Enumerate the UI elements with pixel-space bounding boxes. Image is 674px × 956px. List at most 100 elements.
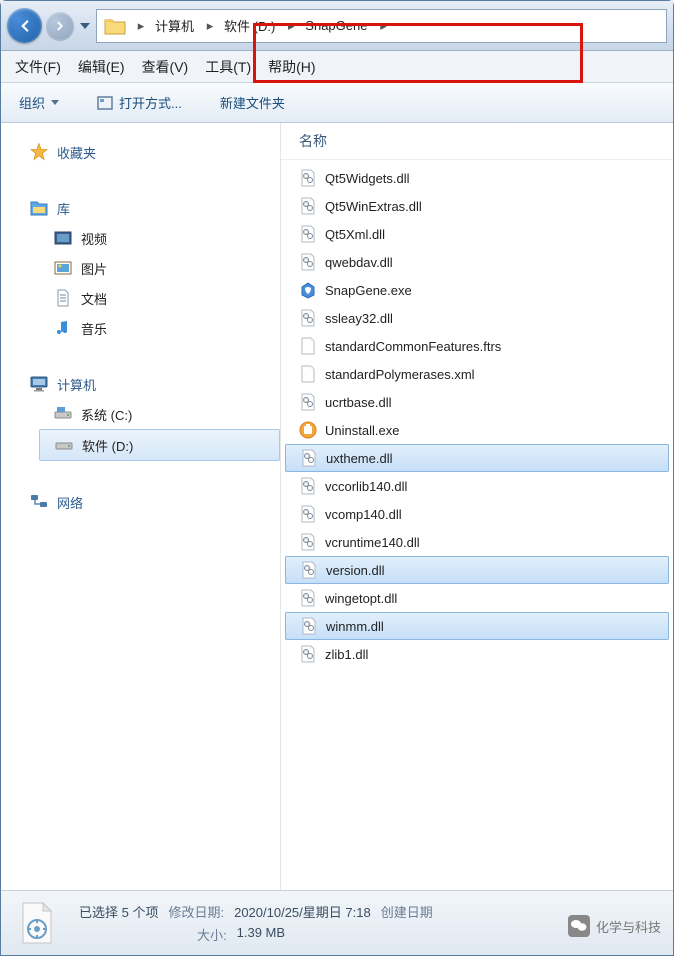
file-row[interactable]: Qt5WinExtras.dll: [281, 192, 673, 220]
menu-edit[interactable]: 编辑(E): [72, 53, 131, 81]
status-size-value: 1.39 MB: [237, 925, 285, 944]
file-row[interactable]: Qt5Xml.dll: [281, 220, 673, 248]
dll-icon: [300, 617, 318, 635]
status-modified-label: 修改日期:: [168, 902, 224, 921]
file-name: SnapGene.exe: [325, 283, 412, 298]
star-icon: [29, 142, 49, 162]
file-name: vcruntime140.dll: [325, 535, 420, 550]
history-dropdown[interactable]: [78, 11, 92, 41]
menu-tools[interactable]: 工具(T): [199, 53, 257, 81]
file-row[interactable]: Uninstall.exe: [281, 416, 673, 444]
file-icon: [299, 365, 317, 383]
file-row[interactable]: vcruntime140.dll: [281, 528, 673, 556]
sidebar-drive-d-label: 软件 (D:): [82, 436, 133, 455]
file-name: winmm.dll: [326, 619, 384, 634]
file-name: standardCommonFeatures.ftrs: [325, 339, 501, 354]
organize-label: 组织: [19, 93, 45, 112]
sidebar-libraries[interactable]: 库: [29, 193, 280, 223]
file-row[interactable]: wingetopt.dll: [281, 584, 673, 612]
library-icon: [29, 198, 49, 218]
breadcrumb-folder[interactable]: SnapGene: [299, 10, 375, 42]
breadcrumb-arrow[interactable]: ▸: [283, 10, 299, 42]
file-name: ssleay32.dll: [325, 311, 393, 326]
dll-icon: [299, 477, 317, 495]
music-icon: [53, 318, 73, 338]
breadcrumb-arrow[interactable]: ▸: [375, 10, 391, 42]
menu-view[interactable]: 查看(V): [136, 53, 195, 81]
sidebar-videos[interactable]: 视频: [29, 223, 280, 253]
breadcrumb-drive[interactable]: 软件 (D:): [218, 10, 283, 42]
dll-icon: [299, 225, 317, 243]
exe-icon: [299, 281, 317, 299]
file-row[interactable]: uxtheme.dll: [285, 444, 669, 472]
file-name: Qt5Widgets.dll: [325, 171, 410, 186]
sidebar-computer[interactable]: 计算机: [29, 369, 280, 399]
file-list: Qt5Widgets.dll Qt5WinExtras.dll Qt5Xml.dll…: [281, 160, 673, 672]
file-name: zlib1.dll: [325, 647, 368, 662]
breadcrumb-arrow[interactable]: ▸: [133, 10, 149, 42]
new-folder-button[interactable]: 新建文件夹: [212, 89, 293, 116]
file-row[interactable]: vccorlib140.dll: [281, 472, 673, 500]
menu-help[interactable]: 帮助(H): [262, 53, 321, 81]
dll-icon: [299, 393, 317, 411]
sidebar-drive-c[interactable]: 系统 (C:): [29, 399, 280, 429]
file-name: version.dll: [326, 563, 385, 578]
dll-icon: [299, 645, 317, 663]
file-name: ucrtbase.dll: [325, 395, 391, 410]
chevron-down-icon: [51, 100, 59, 105]
file-row[interactable]: standardCommonFeatures.ftrs: [281, 332, 673, 360]
dll-icon: [299, 197, 317, 215]
sidebar-favorites[interactable]: 收藏夹: [29, 137, 280, 167]
file-row[interactable]: ucrtbase.dll: [281, 388, 673, 416]
arrow-left-icon: [16, 17, 34, 35]
sidebar-drive-d[interactable]: 软件 (D:): [39, 429, 280, 461]
file-row[interactable]: ssleay32.dll: [281, 304, 673, 332]
file-name: vcomp140.dll: [325, 507, 402, 522]
file-row[interactable]: winmm.dll: [285, 612, 669, 640]
organize-button[interactable]: 组织: [11, 89, 67, 116]
open-with-button[interactable]: 打开方式...: [89, 89, 190, 116]
file-row[interactable]: vcomp140.dll: [281, 500, 673, 528]
sidebar-documents[interactable]: 文档: [29, 283, 280, 313]
file-name: vccorlib140.dll: [325, 479, 407, 494]
file-name: Uninstall.exe: [325, 423, 399, 438]
file-name: Qt5Xml.dll: [325, 227, 385, 242]
menu-file[interactable]: 文件(F): [9, 53, 67, 81]
status-created-label: 创建日期: [381, 902, 433, 921]
file-row[interactable]: qwebdav.dll: [281, 248, 673, 276]
file-row[interactable]: version.dll: [285, 556, 669, 584]
new-folder-label: 新建文件夹: [220, 93, 285, 112]
video-icon: [53, 228, 73, 248]
file-row[interactable]: SnapGene.exe: [281, 276, 673, 304]
column-header-name[interactable]: 名称: [281, 123, 673, 160]
sidebar-computer-label: 计算机: [57, 375, 96, 394]
sidebar-network[interactable]: 网络: [29, 487, 280, 517]
drive-icon: [53, 404, 73, 424]
dll-icon: [299, 253, 317, 271]
status-selected: 已选择 5 个项: [79, 902, 158, 921]
menu-bar: 文件(F) 编辑(E) 查看(V) 工具(T) 帮助(H): [1, 51, 673, 83]
computer-icon: [29, 374, 49, 394]
sidebar-videos-label: 视频: [81, 229, 107, 248]
breadcrumb-arrow[interactable]: ▸: [202, 10, 218, 42]
breadcrumb-computer[interactable]: 计算机: [149, 10, 202, 42]
file-name: Qt5WinExtras.dll: [325, 199, 422, 214]
toolbar: 组织 打开方式... 新建文件夹: [1, 83, 673, 123]
status-modified-value: 2020/10/25/星期日 7:18: [234, 902, 371, 921]
uninst-icon: [299, 421, 317, 439]
file-row[interactable]: zlib1.dll: [281, 640, 673, 668]
sidebar-pictures[interactable]: 图片: [29, 253, 280, 283]
file-icon: [299, 337, 317, 355]
footer-channel-label: 化学与科技: [596, 917, 661, 936]
footer-channel: 化学与科技: [568, 915, 661, 937]
sidebar-music[interactable]: 音乐: [29, 313, 280, 343]
file-pane: 名称 Qt5Widgets.dll Qt5WinExtras.dll Qt5Xml.…: [281, 123, 673, 890]
picture-icon: [53, 258, 73, 278]
explorer-window: ▸ 计算机 ▸ 软件 (D:) ▸ SnapGene ▸ 文件(F) 编辑(E)…: [0, 0, 674, 956]
dll-icon: [299, 589, 317, 607]
address-bar[interactable]: ▸ 计算机 ▸ 软件 (D:) ▸ SnapGene ▸: [96, 9, 667, 43]
file-row[interactable]: standardPolymerases.xml: [281, 360, 673, 388]
file-row[interactable]: Qt5Widgets.dll: [281, 164, 673, 192]
back-button[interactable]: [7, 8, 42, 43]
dll-icon: [299, 309, 317, 327]
